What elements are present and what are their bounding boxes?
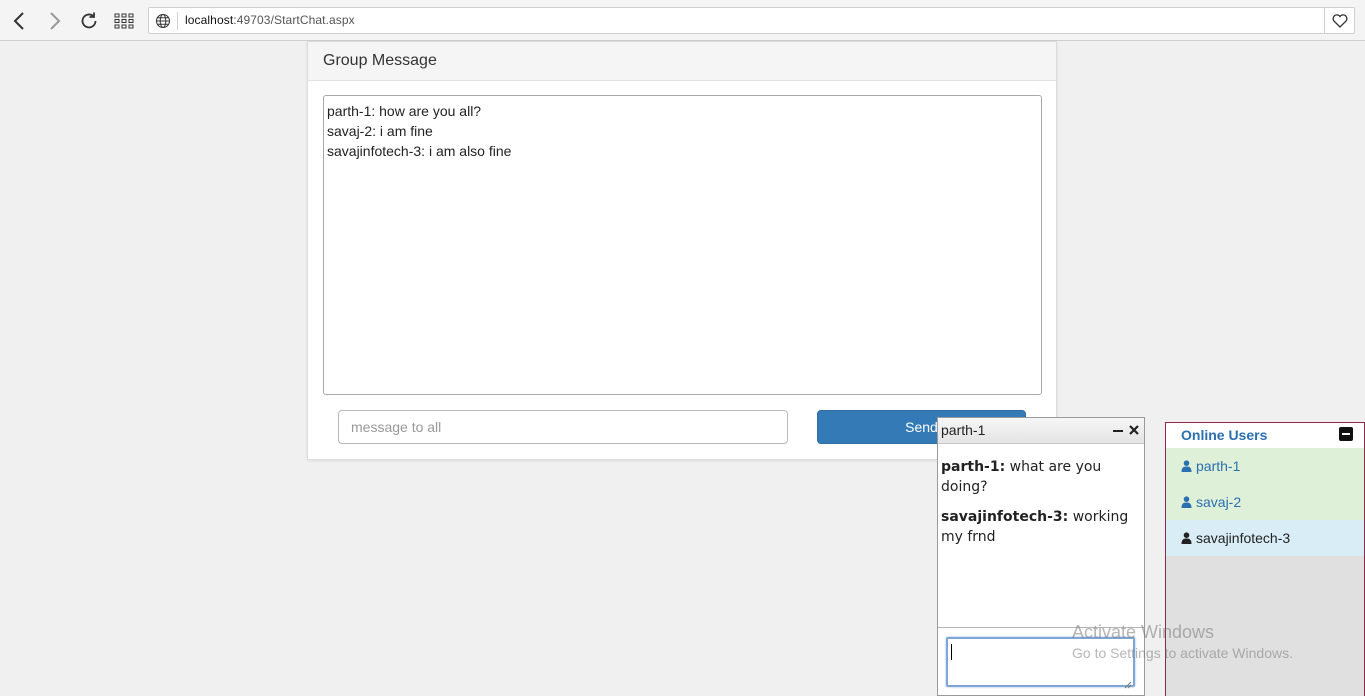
online-user-item[interactable]: savajinfotech-3 <box>1166 520 1364 556</box>
online-users-title: Online Users <box>1181 427 1268 443</box>
group-message: parth-1: how are you all? <box>327 103 482 119</box>
refresh-icon[interactable] <box>76 8 102 34</box>
collapse-minus-icon[interactable] <box>1339 427 1353 441</box>
resize-grip-icon[interactable] <box>1124 676 1132 689</box>
browser-toolbar: localhost:49703/StartChat.aspx <box>0 0 1365 41</box>
online-users-header: Online Users <box>1166 423 1364 448</box>
favorite-heart-icon[interactable] <box>1324 8 1354 33</box>
close-icon[interactable] <box>1128 423 1140 437</box>
url-host: localhost <box>185 13 234 27</box>
private-message-input[interactable] <box>946 637 1135 689</box>
url-text[interactable]: localhost:49703/StartChat.aspx <box>185 13 355 27</box>
panel-title: Group Message <box>308 42 1056 81</box>
address-bar[interactable]: localhost:49703/StartChat.aspx <box>148 7 1355 34</box>
online-users-panel: Online Users parth-1 savaj-2 savajinfote… <box>1165 422 1365 696</box>
private-chat-header[interactable]: parth-1 <box>938 418 1144 444</box>
user-icon <box>1181 532 1192 544</box>
group-message-panel: Group Message parth-1: how are you all? … <box>307 41 1057 460</box>
private-message: parth-1: what are you doing? <box>941 457 1141 497</box>
url-path: :49703/StartChat.aspx <box>233 13 355 27</box>
group-chat-log[interactable]: parth-1: how are you all? savaj-2: i am … <box>323 95 1042 395</box>
online-user-name: savaj-2 <box>1196 494 1242 510</box>
private-chat-log[interactable]: parth-1: what are you doing? savajinfote… <box>938 445 1144 628</box>
globe-icon <box>155 13 171 29</box>
online-user-name: savajinfotech-3 <box>1196 530 1291 546</box>
private-chat-title: parth-1 <box>941 422 986 438</box>
text-caret <box>951 644 952 660</box>
online-user-item[interactable]: savaj-2 <box>1166 484 1364 520</box>
group-message-input[interactable]: message to all <box>338 410 788 444</box>
private-message: savajinfotech-3: working my frnd <box>941 507 1141 547</box>
message-sender: savajinfotech-3: <box>941 509 1069 525</box>
user-icon <box>1181 460 1192 472</box>
group-message: savajinfotech-3: i am also fine <box>327 143 512 159</box>
forward-icon[interactable] <box>42 8 68 34</box>
online-user-name: parth-1 <box>1196 458 1241 474</box>
private-chat-window: parth-1 parth-1: what are you doing? sav… <box>937 417 1145 696</box>
group-message: savaj-2: i am fine <box>327 123 433 139</box>
apps-grid-icon[interactable] <box>111 8 137 34</box>
user-icon <box>1181 496 1192 508</box>
minimize-icon[interactable] <box>1112 423 1124 437</box>
back-icon[interactable] <box>6 8 32 34</box>
online-user-item[interactable]: parth-1 <box>1166 448 1364 484</box>
message-sender: parth-1: <box>941 459 1006 475</box>
address-separator <box>177 12 178 30</box>
